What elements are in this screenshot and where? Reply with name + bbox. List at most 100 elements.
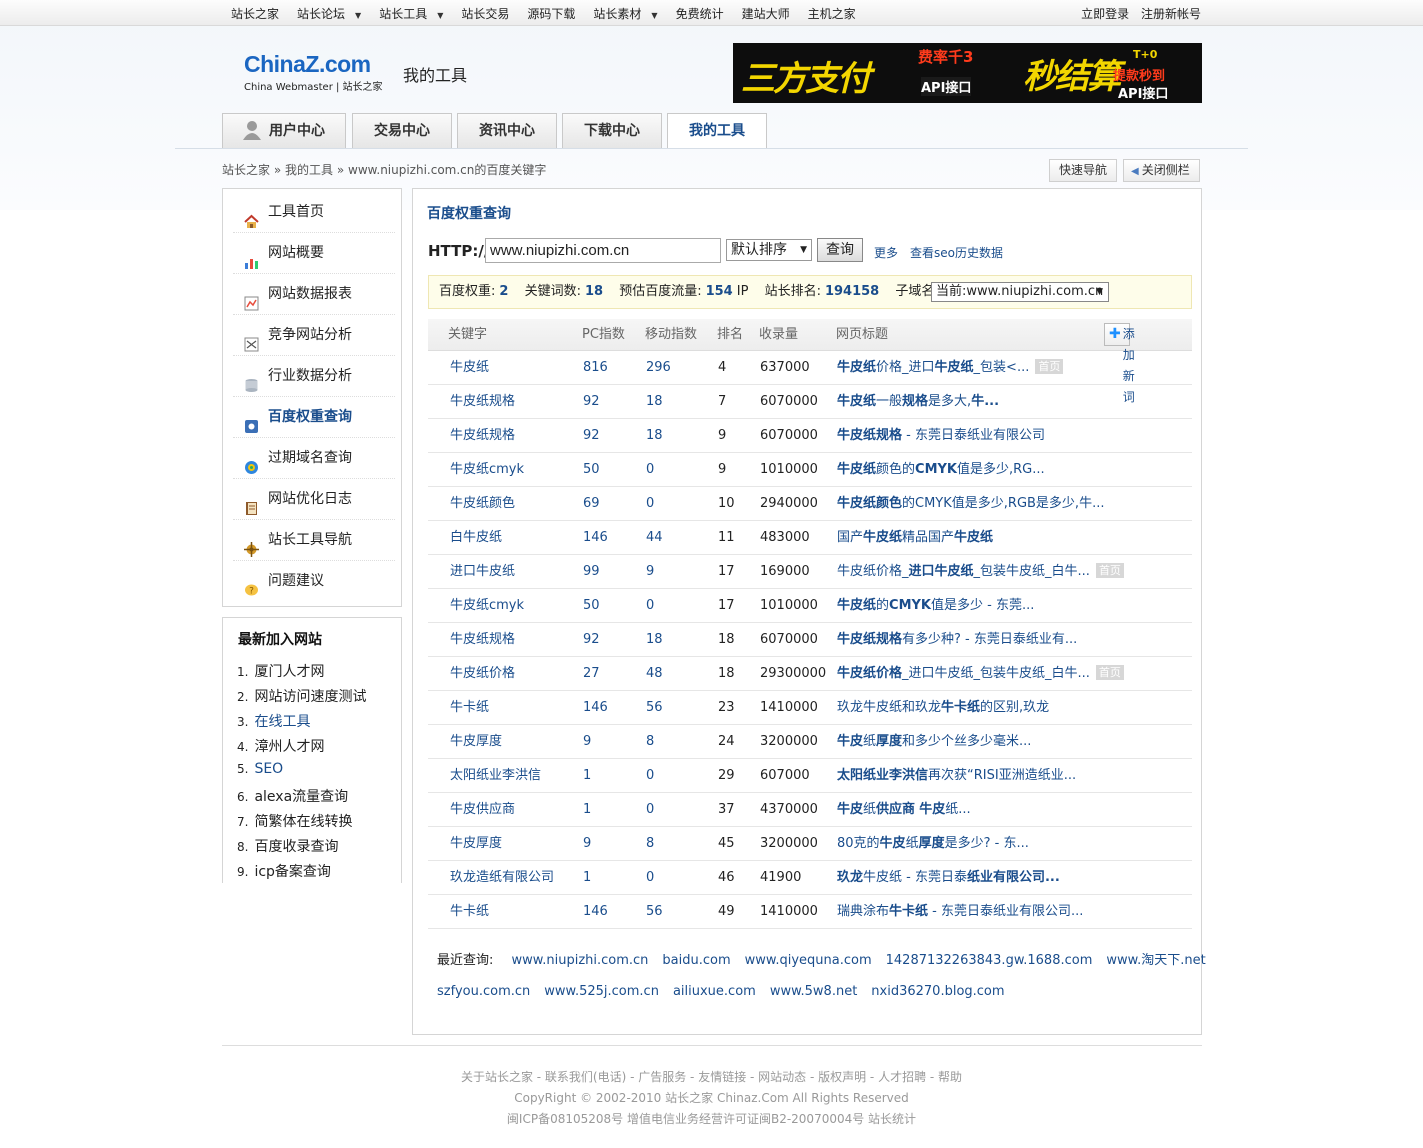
recent-query-link[interactable]: ailiuxue.com	[673, 984, 756, 999]
recent-query-link[interactable]: www.5w8.net	[770, 984, 857, 999]
new-site-item[interactable]: 5. SEO	[237, 761, 283, 777]
new-site-item[interactable]: 3. 在线工具	[237, 711, 310, 731]
mobile-index-cell[interactable]: 0	[646, 487, 654, 521]
keyword-cell[interactable]: 太阳纸业李洪信	[450, 759, 541, 793]
topnav-item[interactable]: 站长工具 ▼	[379, 5, 452, 22]
page-title-cell[interactable]: 瑞典涂布牛卡纸 - 东莞日泰纸业有限公司...	[837, 895, 1083, 929]
mobile-index-cell[interactable]: 18	[646, 623, 663, 657]
pc-index-cell[interactable]: 50	[583, 589, 600, 623]
topnav-item[interactable]: 源码下载	[527, 5, 584, 22]
url-input[interactable]: www.niupizhi.com.cn	[485, 238, 721, 263]
add-keyword-button[interactable]: ✚ 添加新词	[1104, 323, 1135, 404]
page-title-cell[interactable]: 牛皮纸颜色的CMYK值是多少,RG...	[837, 453, 1045, 487]
topnav-item[interactable]: 主机之家	[808, 5, 865, 22]
page-title-cell[interactable]: 牛皮纸价格_进口牛皮纸_包装<... 首页	[837, 351, 1064, 385]
recent-query-link[interactable]: nxid36270.blog.com	[871, 984, 1004, 999]
pc-index-cell[interactable]: 1	[583, 793, 591, 827]
pc-index-cell[interactable]: 9	[583, 725, 591, 759]
mobile-index-cell[interactable]: 0	[646, 453, 654, 487]
pc-index-cell[interactable]: 146	[583, 691, 608, 725]
keyword-cell[interactable]: 牛皮纸规格	[450, 623, 515, 657]
keyword-cell[interactable]: 牛皮厚度	[450, 827, 502, 861]
recent-query-link[interactable]: 14287132263843.gw.1688.com	[886, 953, 1093, 968]
pc-index-cell[interactable]: 1	[583, 861, 591, 895]
topnav-item[interactable]: 免费统计	[676, 5, 733, 22]
recent-query-link[interactable]: www.niupizhi.com.cn	[512, 953, 649, 968]
page-title-cell[interactable]: 玖龙牛皮纸 - 东莞日泰纸业有限公司...	[837, 861, 1060, 895]
topnav-item[interactable]: 建站大师	[742, 5, 799, 22]
topnav-item[interactable]: 站长交易	[461, 5, 518, 22]
page-title-cell[interactable]: 牛皮纸的CMYK值是多少 - 东莞...	[837, 589, 1034, 623]
page-title-cell[interactable]: 牛皮纸规格有多少种? - 东莞日泰纸业有...	[837, 623, 1077, 657]
keyword-cell[interactable]: 牛皮纸cmyk	[450, 589, 524, 623]
login-link[interactable]: 立即登录	[1081, 7, 1129, 21]
topnav-item[interactable]: 站长之家	[231, 5, 288, 22]
new-site-item[interactable]: 9. icp备案查询	[237, 861, 331, 881]
new-site-item[interactable]: 4. 漳州人才网	[237, 736, 324, 756]
chinaz-logo[interactable]: ChinaZ.com China Webmaster | 站长之家	[244, 52, 383, 93]
tab-my-tools[interactable]: 我的工具	[667, 113, 767, 149]
tab-news-center[interactable]: 资讯中心	[457, 113, 557, 148]
pc-index-cell[interactable]: 1	[583, 759, 591, 793]
tab-trade-center[interactable]: 交易中心	[352, 113, 452, 148]
keyword-cell[interactable]: 牛皮供应商	[450, 793, 515, 827]
mobile-index-cell[interactable]: 56	[646, 691, 663, 725]
mobile-index-cell[interactable]: 9	[646, 555, 654, 589]
close-sidebar-button[interactable]: ◀ 关闭侧栏	[1123, 159, 1200, 182]
sidebar-item[interactable]: 网站优化日志	[233, 479, 395, 520]
sidebar-item[interactable]: 网站概要	[233, 233, 395, 274]
ad-banner[interactable]: 三方支付 费率千3 API接口 秒结算 T+0 提款秒到 API接口	[733, 43, 1202, 103]
tab-download-center[interactable]: 下载中心	[562, 113, 662, 148]
recent-query-link[interactable]: www.525j.com.cn	[544, 984, 659, 999]
tab-user-center[interactable]: 用户中心	[222, 113, 346, 148]
new-site-item[interactable]: 8. 百度收录查询	[237, 836, 338, 856]
page-title-cell[interactable]: 牛皮纸规格 - 东莞日泰纸业有限公司	[837, 419, 1045, 453]
recent-query-link[interactable]: www.qiyequna.com	[745, 953, 872, 968]
breadcrumb-home[interactable]: 站长之家	[222, 163, 270, 177]
pc-index-cell[interactable]: 146	[583, 521, 608, 555]
pc-index-cell[interactable]: 9	[583, 827, 591, 861]
subdomain-select[interactable]: 当前:www.niupizhi.com.cn ▼	[931, 282, 1109, 302]
page-title-cell[interactable]: 牛皮纸供应商 牛皮纸...	[837, 793, 971, 827]
mobile-index-cell[interactable]: 0	[646, 759, 654, 793]
keyword-cell[interactable]: 白牛皮纸	[450, 521, 502, 555]
pc-index-cell[interactable]: 92	[583, 385, 600, 419]
topnav-item[interactable]: 站长论坛 ▼	[297, 5, 370, 22]
keyword-cell[interactable]: 牛皮纸规格	[450, 385, 515, 419]
keyword-cell[interactable]: 牛皮纸规格	[450, 419, 515, 453]
keyword-cell[interactable]: 牛皮纸价格	[450, 657, 515, 691]
mobile-index-cell[interactable]: 8	[646, 827, 654, 861]
mobile-index-cell[interactable]: 0	[646, 589, 654, 623]
sidebar-item[interactable]: 过期域名查询	[233, 438, 395, 479]
new-site-item[interactable]: 6. alexa流量查询	[237, 786, 348, 806]
quick-nav-button[interactable]: 快速导航	[1049, 159, 1118, 182]
query-button[interactable]: 查询	[817, 238, 863, 262]
recent-query-link[interactable]: szfyou.com.cn	[437, 984, 530, 999]
keyword-cell[interactable]: 玖龙造纸有限公司	[450, 861, 554, 895]
recent-query-link[interactable]: www.淘天下.net	[1106, 953, 1205, 968]
keyword-cell[interactable]: 牛卡纸	[450, 895, 489, 929]
page-title-cell[interactable]: 国产牛皮纸精品国产牛皮纸	[837, 521, 993, 555]
new-site-item[interactable]: 1. 厦门人才网	[237, 661, 324, 681]
mobile-index-cell[interactable]: 0	[646, 793, 654, 827]
mobile-index-cell[interactable]: 48	[646, 657, 663, 691]
sidebar-item[interactable]: 竞争网站分析	[233, 315, 395, 356]
pc-index-cell[interactable]: 92	[583, 419, 600, 453]
sidebar-item[interactable]: ? 问题建议	[233, 561, 395, 602]
mobile-index-cell[interactable]: 296	[646, 351, 671, 385]
keyword-cell[interactable]: 牛皮纸	[450, 351, 489, 385]
pc-index-cell[interactable]: 69	[583, 487, 600, 521]
mobile-index-cell[interactable]: 0	[646, 861, 654, 895]
recent-query-link[interactable]: baidu.com	[662, 953, 730, 968]
page-title-cell[interactable]: 80克的牛皮纸厚度是多少? - 东...	[837, 827, 1029, 861]
mobile-index-cell[interactable]: 44	[646, 521, 663, 555]
topnav-item[interactable]: 站长素材 ▼	[593, 5, 666, 22]
sidebar-item[interactable]: 行业数据分析	[233, 356, 395, 397]
keyword-cell[interactable]: 进口牛皮纸	[450, 555, 515, 589]
footer-links[interactable]: 关于站长之家 - 联系我们(电话) - 广告服务 - 友情链接 - 网站动态 -…	[0, 1068, 1423, 1085]
sidebar-item[interactable]: 百度权重查询	[233, 397, 395, 438]
mobile-index-cell[interactable]: 18	[646, 419, 663, 453]
pc-index-cell[interactable]: 50	[583, 453, 600, 487]
breadcrumb-tools[interactable]: 我的工具	[285, 163, 333, 177]
sort-select[interactable]: 默认排序 ▼	[726, 239, 812, 261]
